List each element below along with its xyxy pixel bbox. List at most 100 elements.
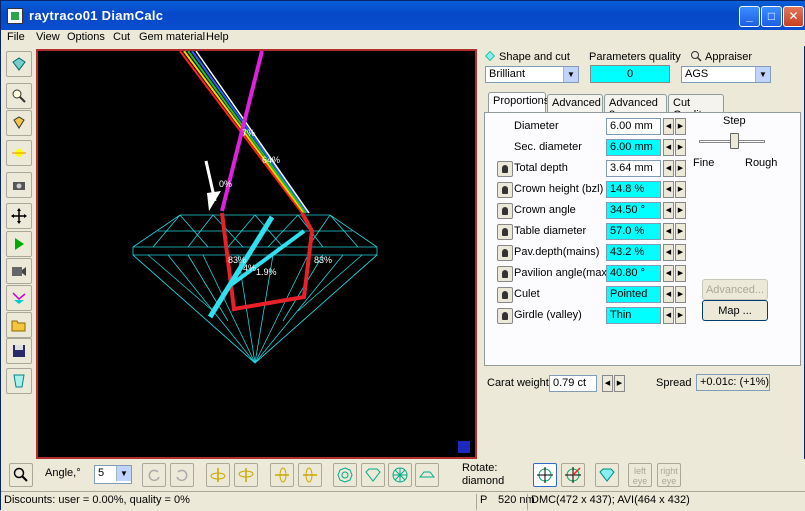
map-button[interactable]: Map ... [702, 300, 768, 321]
tilt-up-button[interactable] [206, 463, 230, 487]
raytrace-button[interactable] [6, 285, 32, 311]
param-decrement-button[interactable]: ◀ [663, 286, 674, 303]
rotate-cw-icon [176, 469, 188, 482]
param-increment-button[interactable]: ▶ [675, 181, 686, 198]
left-toolbar [3, 48, 35, 458]
menu-file[interactable]: File [7, 31, 25, 43]
param-increment-button[interactable]: ▶ [675, 160, 686, 177]
param-lock-icon[interactable] [497, 245, 513, 261]
step-slider[interactable] [699, 133, 765, 149]
carat-decrement-button[interactable]: ◀ [602, 375, 613, 392]
diamond-view-button[interactable] [6, 51, 32, 77]
param-lock-icon[interactable] [497, 224, 513, 240]
gem-tool-button[interactable] [6, 110, 32, 136]
close-button[interactable]: ✕ [783, 6, 804, 27]
param-increment-button[interactable]: ▶ [675, 307, 686, 324]
param-value-field[interactable]: Pointed [606, 286, 661, 303]
minimize-button[interactable]: _ [739, 6, 760, 27]
light-icon [12, 149, 26, 157]
param-value-field[interactable]: Thin [606, 307, 661, 324]
side-view-button[interactable] [361, 463, 385, 487]
param-value-field[interactable]: 3.64 mm [606, 160, 661, 177]
param-value-field[interactable]: 40.80 ° [606, 265, 661, 282]
tab-proportions[interactable]: Proportions [488, 92, 549, 113]
menu-gem-material[interactable]: Gem material [139, 31, 205, 43]
export-button[interactable] [6, 368, 32, 394]
play-button[interactable] [6, 231, 32, 257]
menu-view[interactable]: View [36, 31, 60, 43]
param-increment-button[interactable]: ▶ [675, 223, 686, 240]
param-decrement-button[interactable]: ◀ [663, 307, 674, 324]
parameters-quality-value: 0 [590, 65, 670, 83]
angle-select[interactable]: 5 ▼ [94, 465, 132, 484]
rotate-light-button[interactable] [561, 463, 585, 487]
app-icon [7, 8, 23, 24]
param-decrement-button[interactable]: ◀ [663, 223, 674, 240]
param-row: Crown angle 34.50 ° ◀ ▶ [485, 201, 802, 221]
advanced-button[interactable]: Advanced... [702, 279, 768, 300]
carat-weight-field[interactable]: 0.79 ct [549, 375, 597, 392]
zoom-button[interactable] [9, 463, 33, 487]
save-button[interactable] [6, 338, 32, 364]
param-lock-icon[interactable] [497, 161, 513, 177]
rotate-right-button[interactable] [170, 463, 194, 487]
param-value-field[interactable]: 57.0 % [606, 223, 661, 240]
param-decrement-button[interactable]: ◀ [663, 202, 674, 219]
param-decrement-button[interactable]: ◀ [663, 160, 674, 177]
video-button[interactable] [6, 258, 32, 284]
param-lock-icon[interactable] [497, 287, 513, 303]
profile-view-button[interactable] [415, 463, 439, 487]
shape-select[interactable]: Brilliant ▼ [485, 66, 579, 83]
light-source-button[interactable] [6, 140, 32, 166]
param-value-field[interactable]: 34.50 ° [606, 202, 661, 219]
param-increment-button[interactable]: ▶ [675, 118, 686, 135]
rotate-left-button[interactable] [142, 463, 166, 487]
param-increment-button[interactable]: ▶ [675, 139, 686, 156]
param-increment-button[interactable]: ▶ [675, 244, 686, 261]
gem-view-button[interactable] [595, 463, 619, 487]
left-eye-button[interactable]: left eye [628, 463, 652, 487]
tilt-down-button[interactable] [234, 463, 258, 487]
appraise-button[interactable] [6, 83, 32, 109]
param-lock-icon[interactable] [497, 266, 513, 282]
param-increment-button[interactable]: ▶ [675, 286, 686, 303]
param-lock-icon[interactable] [497, 308, 513, 324]
param-value-field[interactable]: 6.00 mm [606, 118, 661, 135]
title-bar[interactable]: raytraco01 DiamCalc _ □ ✕ [1, 1, 805, 30]
param-row: Table diameter 57.0 % ◀ ▶ [485, 222, 802, 242]
maximize-button[interactable]: □ [761, 6, 782, 27]
param-increment-button[interactable]: ▶ [675, 202, 686, 219]
rotate-crosshair-button[interactable] [533, 463, 557, 487]
param-value-field[interactable]: 14.8 % [606, 181, 661, 198]
slider-thumb[interactable] [730, 133, 739, 149]
top-view-button[interactable] [333, 463, 357, 487]
param-decrement-button[interactable]: ◀ [663, 118, 674, 135]
param-value-field[interactable]: 6.00 mm [606, 139, 661, 156]
move-button[interactable] [6, 203, 32, 229]
tab-advanced[interactable]: Advanced [547, 94, 603, 112]
tab-cut-quality[interactable]: Cut Quality [668, 94, 724, 121]
param-increment-button[interactable]: ▶ [675, 265, 686, 282]
param-value-field[interactable]: 43.2 % [606, 244, 661, 261]
param-decrement-button[interactable]: ◀ [663, 265, 674, 282]
camera-button[interactable] [6, 172, 32, 198]
param-decrement-button[interactable]: ◀ [663, 139, 674, 156]
render-canvas[interactable]: 7% 64% 0% 83% 4% 1.9% 83% [36, 49, 477, 459]
tab-advanced-2[interactable]: Advanced 2 [604, 94, 667, 121]
appraiser-select[interactable]: AGS ▼ [681, 66, 771, 83]
menu-cut[interactable]: Cut [113, 31, 130, 43]
param-lock-icon[interactable] [497, 182, 513, 198]
crosshair-ray-icon [565, 467, 581, 483]
bottom-view-button[interactable] [388, 463, 412, 487]
pan-right-button[interactable] [298, 463, 322, 487]
param-lock-icon[interactable] [497, 203, 513, 219]
play-icon [15, 238, 24, 250]
open-file-button[interactable] [6, 312, 32, 338]
pan-left-button[interactable] [270, 463, 294, 487]
param-decrement-button[interactable]: ◀ [663, 181, 674, 198]
param-decrement-button[interactable]: ◀ [663, 244, 674, 261]
menu-help[interactable]: Help [206, 31, 229, 43]
right-eye-button[interactable]: right eye [657, 463, 681, 487]
carat-increment-button[interactable]: ▶ [614, 375, 625, 392]
menu-options[interactable]: Options [67, 31, 105, 43]
